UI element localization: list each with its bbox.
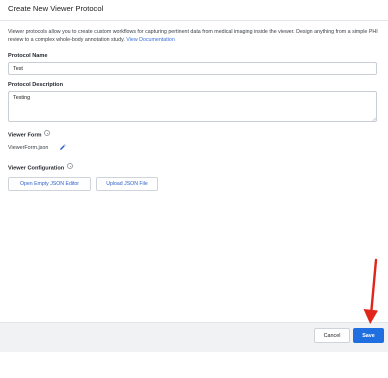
info-icon[interactable] (67, 163, 74, 169)
viewer-form-file-name: ViewerForm.json (8, 145, 49, 151)
protocol-description-label: Protocol Description (8, 82, 64, 88)
protocol-name-label: Protocol Name (8, 53, 48, 59)
upload-json-file-button[interactable]: Upload JSON File (96, 177, 158, 191)
viewer-form-label: Viewer Form (8, 132, 42, 139)
edit-pencil-icon[interactable] (59, 144, 66, 151)
info-icon[interactable] (44, 130, 51, 136)
cancel-button[interactable]: Cancel (314, 328, 350, 343)
create-viewer-protocol-modal: Create New Viewer Protocol Viewer protoc… (0, 0, 388, 378)
protocol-description-textarea[interactable]: Testing (8, 91, 377, 122)
save-button[interactable]: Save (353, 328, 384, 343)
modal-header: Create New Viewer Protocol (0, 0, 388, 21)
open-empty-json-editor-button[interactable]: Open Empty JSON Editor (8, 177, 91, 191)
view-documentation-link[interactable]: View Documentation (126, 37, 174, 43)
intro-text: Viewer protocols allow you to create cus… (8, 29, 378, 43)
resize-handle-icon[interactable] (372, 117, 376, 121)
intro-description: Viewer protocols allow you to create cus… (8, 28, 380, 44)
modal-title: Create New Viewer Protocol (8, 4, 104, 13)
red-arrow-icon (363, 258, 378, 324)
viewer-form-section-label: Viewer Form (8, 130, 51, 139)
protocol-name-input[interactable] (8, 62, 377, 75)
viewer-configuration-section-label: Viewer Configuration (8, 163, 74, 172)
viewer-configuration-label: Viewer Configuration (8, 165, 65, 172)
